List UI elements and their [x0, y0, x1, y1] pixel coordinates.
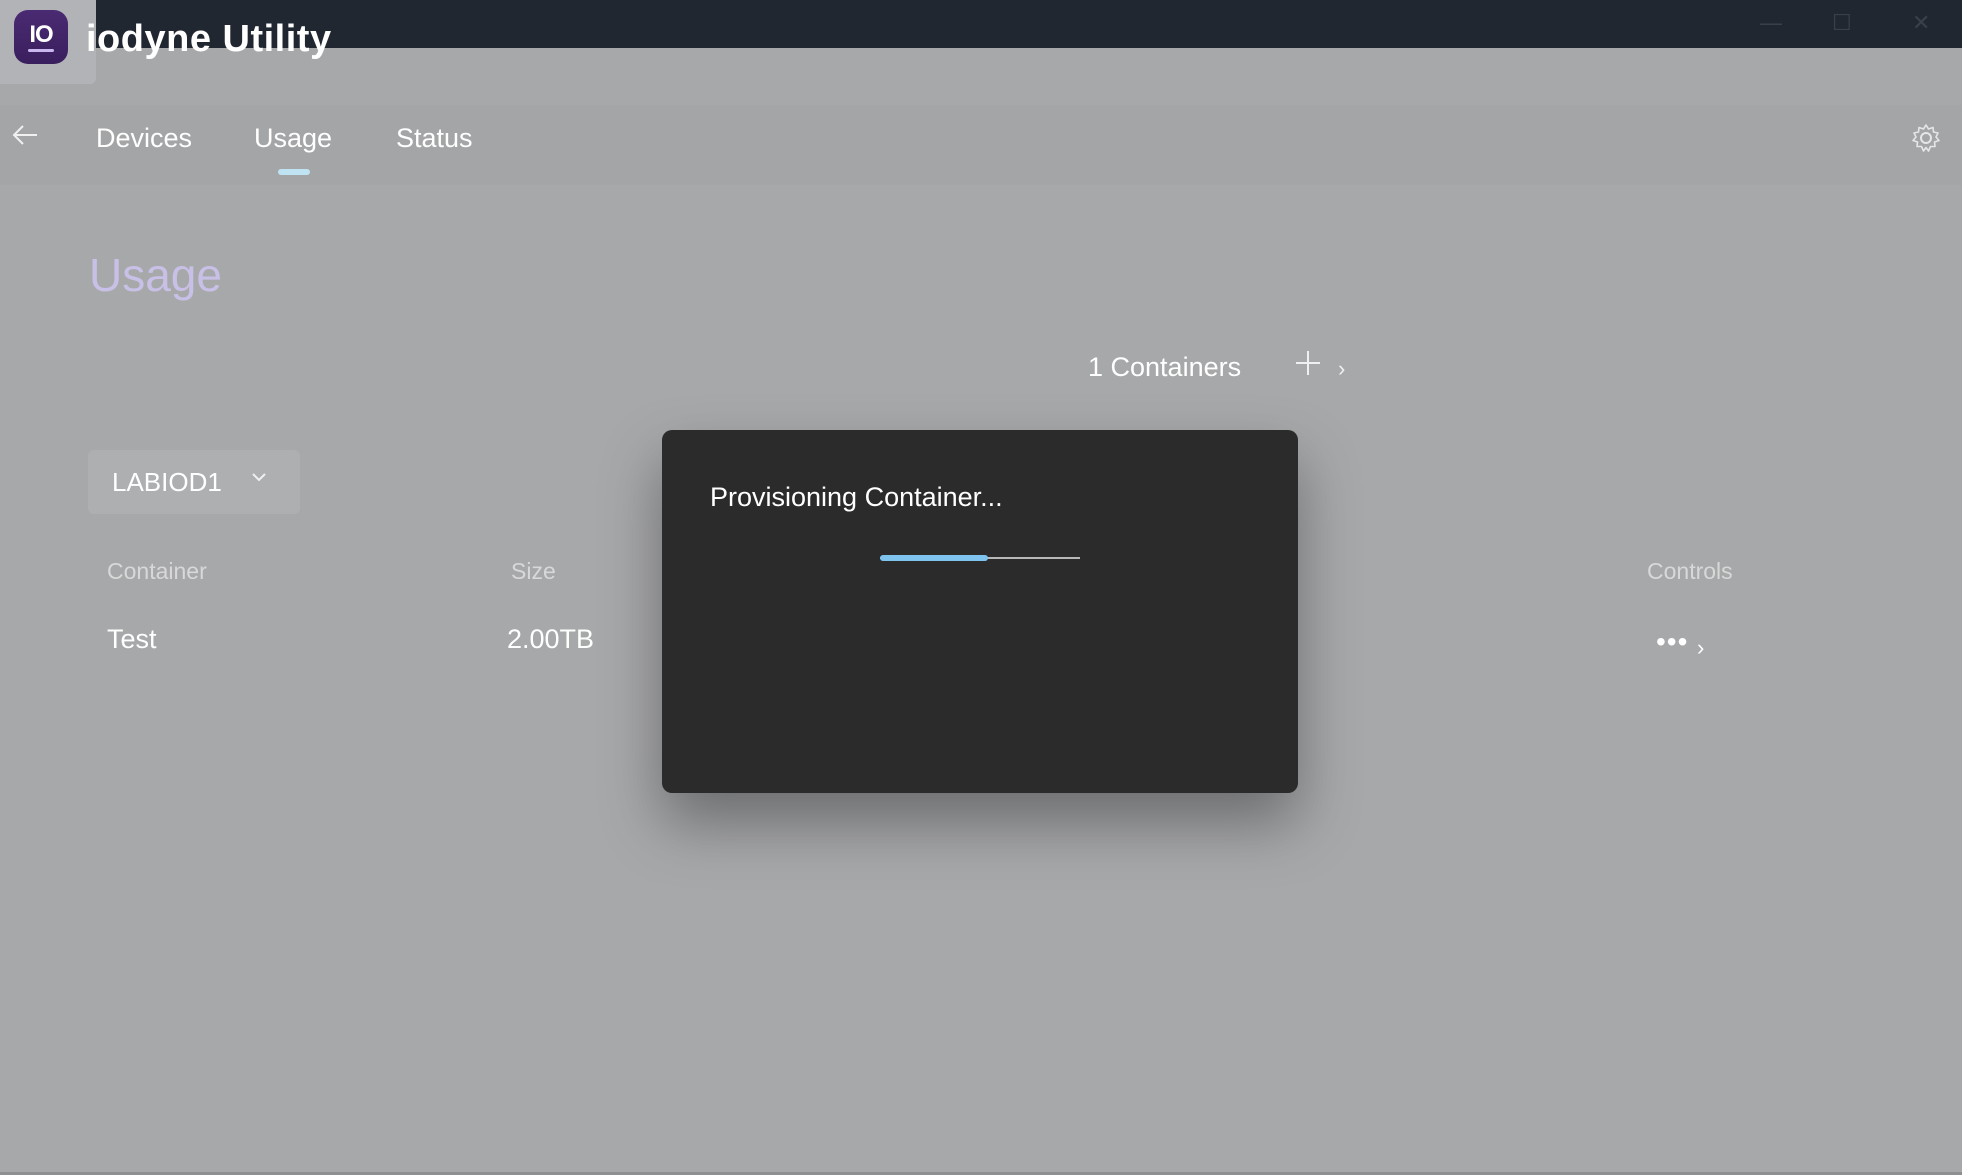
device-select[interactable]: LABIOD1: [88, 450, 300, 514]
tab-usage[interactable]: Usage: [254, 123, 332, 154]
more-options-icon[interactable]: •••: [1656, 626, 1688, 658]
arrow-left-icon-svg: [12, 125, 37, 145]
app-title: iodyne Utility: [86, 18, 332, 60]
tab-devices[interactable]: Devices: [96, 123, 192, 154]
containers-count: 1 Containers: [1088, 352, 1242, 382]
row-chevron-icon[interactable]: ›: [1697, 635, 1704, 661]
device-select-value: LABIOD1: [112, 467, 222, 497]
tab-usage-indicator: [278, 169, 310, 175]
row-container-name: Test: [107, 624, 157, 654]
gear-icon: [1912, 124, 1940, 152]
tab-status[interactable]: Status: [396, 123, 473, 154]
back-arrow-icon[interactable]: [10, 120, 40, 159]
add-container-button[interactable]: [1294, 348, 1322, 384]
close-icon[interactable]: ✕: [1912, 10, 1930, 36]
chevron-down-icon: [250, 466, 268, 492]
minimize-icon[interactable]: —: [1760, 10, 1782, 36]
provisioning-dialog: Provisioning Container...: [662, 430, 1298, 793]
plus-icon: [1296, 351, 1320, 375]
column-header-controls: Controls: [1647, 558, 1733, 584]
maximize-icon[interactable]: ☐: [1832, 10, 1852, 36]
page-title: Usage: [89, 249, 222, 301]
column-header-container: Container: [107, 558, 207, 584]
app-icon-container: IO: [0, 0, 96, 84]
settings-button[interactable]: [1910, 122, 1942, 162]
progress-bar-fill: [880, 555, 988, 561]
containers-chevron-icon[interactable]: ›: [1338, 356, 1345, 382]
dialog-title: Provisioning Container...: [710, 482, 1003, 512]
row-container-size: 2.00TB: [507, 624, 595, 654]
column-header-size: Size: [511, 558, 556, 584]
app-logo-icon: IO: [14, 10, 68, 64]
